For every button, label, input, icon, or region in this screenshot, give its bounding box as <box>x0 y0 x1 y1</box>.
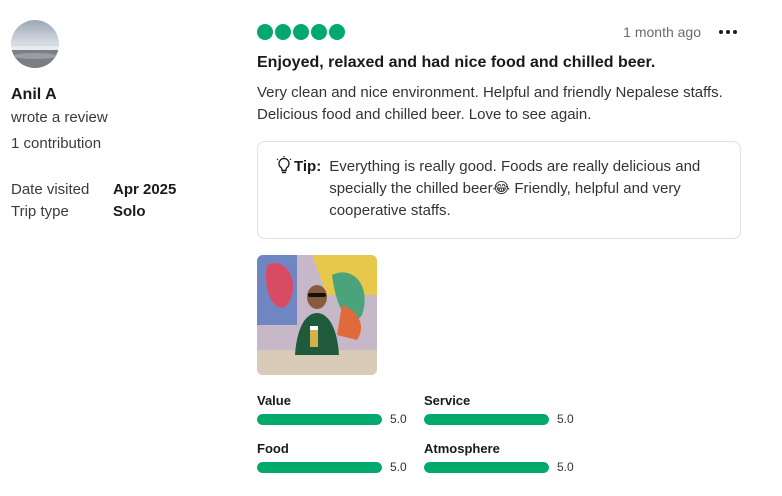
lightbulb-icon <box>276 156 292 176</box>
rating-bubble-icon <box>293 24 309 40</box>
detail-label: Trip type <box>11 203 69 220</box>
rating-bubble-icon <box>329 24 345 40</box>
subrating-value: Value 5.0 <box>257 393 424 426</box>
subrating-atmosphere: Atmosphere 5.0 <box>424 441 591 474</box>
review-header: 1 month ago <box>257 20 741 44</box>
reviewer-panel: Anil A wrote a review 1 contribution Dat… <box>11 20 231 223</box>
subrating-label: Value <box>257 393 291 408</box>
subratings: Value 5.0 Service 5.0 Food 5.0 Atmospher… <box>257 393 747 489</box>
visit-details: Date visited Apr 2025 Trip type Solo <box>11 179 231 223</box>
review-action-text: wrote a review <box>11 109 108 126</box>
subrating-score: 5.0 <box>390 460 407 474</box>
subrating-score: 5.0 <box>557 460 574 474</box>
review-content: 1 month ago Enjoyed, relaxed and had nic… <box>257 20 741 489</box>
rating-bar <box>257 413 382 425</box>
rating-bubble-icon <box>257 24 273 40</box>
tip-box: Tip: Everything is really good. Foods ar… <box>257 141 741 239</box>
rating-bar-fill <box>257 461 382 473</box>
review-photo[interactable] <box>257 255 377 375</box>
more-dots-icon[interactable] <box>719 30 741 34</box>
detail-row-date-visited: Date visited Apr 2025 <box>11 179 231 201</box>
detail-row-trip-type: Trip type Solo <box>11 201 231 223</box>
tip-label: Tip: <box>294 158 322 175</box>
rating-bubble-icon <box>311 24 327 40</box>
rating-bubble-icon <box>275 24 291 40</box>
rating-bar <box>424 461 549 473</box>
detail-label: Date visited <box>11 181 90 198</box>
rating-bar <box>257 461 382 473</box>
detail-value: Apr 2025 <box>113 181 177 198</box>
contribution-count: 1 contribution <box>11 135 102 152</box>
detail-value: Solo <box>113 203 146 220</box>
review-title[interactable]: Enjoyed, relaxed and had nice food and c… <box>257 52 741 74</box>
tip-text: Everything is really good. Foods are rea… <box>329 158 701 219</box>
subrating-score: 5.0 <box>557 412 574 426</box>
rating-bar-fill <box>257 413 382 425</box>
subrating-label: Food <box>257 441 289 456</box>
bubble-rating <box>257 24 345 40</box>
reviewer-name[interactable]: Anil A <box>11 85 231 105</box>
subrating-service: Service 5.0 <box>424 393 591 426</box>
avatar[interactable] <box>11 20 59 68</box>
subrating-label: Atmosphere <box>424 441 500 456</box>
review-body: Very clean and nice environment. Helpful… <box>257 84 723 123</box>
rating-bar-fill <box>424 413 549 425</box>
subrating-label: Service <box>424 393 471 408</box>
tip-heading: Tip: <box>276 156 321 222</box>
review-date: 1 month ago <box>623 24 701 40</box>
subrating-food: Food 5.0 <box>257 441 424 474</box>
rating-bar <box>424 413 549 425</box>
rating-bar-fill <box>424 461 549 473</box>
subrating-score: 5.0 <box>390 412 407 426</box>
